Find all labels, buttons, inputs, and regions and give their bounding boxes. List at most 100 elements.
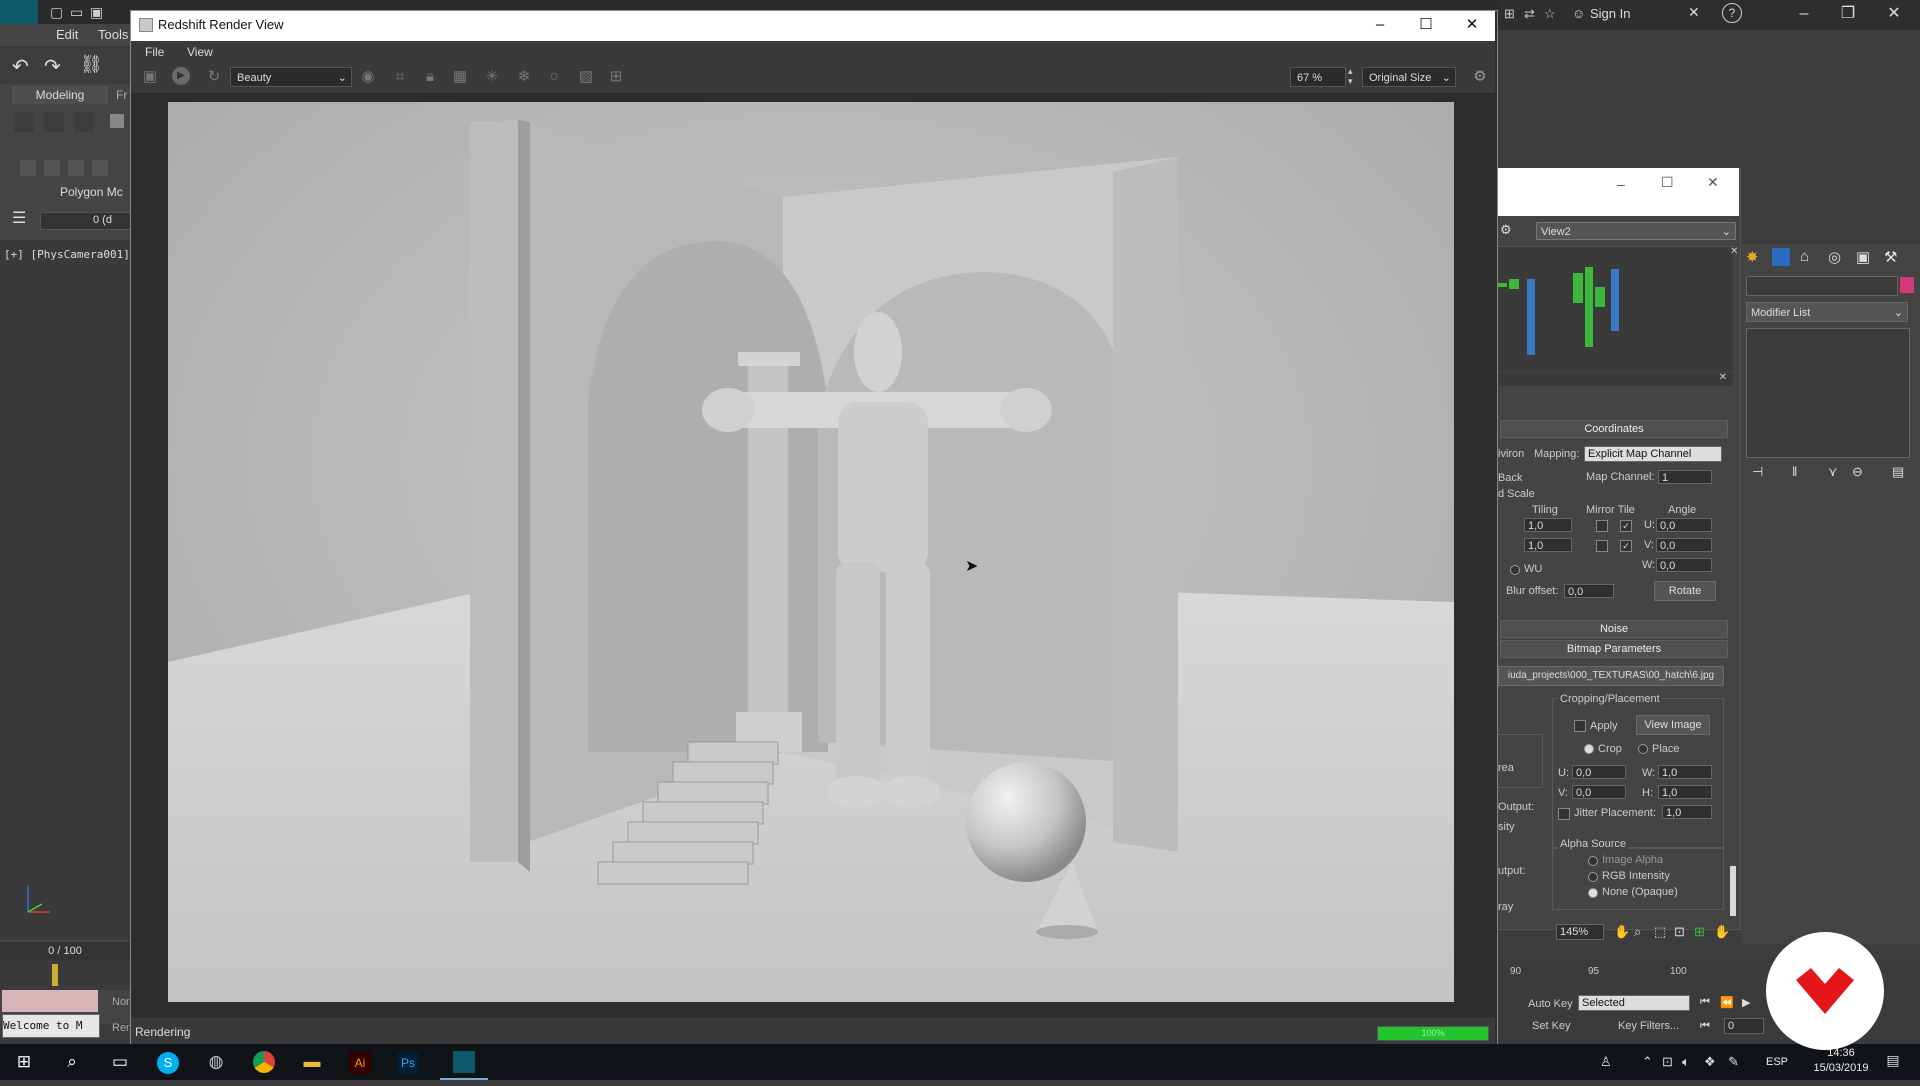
bitmap-path-button[interactable]: iuda_projects\000_TEXTURAS\00_hatch\6.jp… [1498,666,1724,686]
zoom-extents-icon[interactable]: ⊡ [1674,924,1685,940]
editor-zoom-field[interactable]: 145% [1556,924,1604,940]
zoom-field[interactable]: 67 % [1290,67,1346,87]
render-view-minimize-button[interactable]: – [1362,14,1398,36]
tool-icon-2[interactable] [44,160,60,176]
link-icon[interactable]: ⛓ [80,54,103,75]
hierarchy-tab-icon[interactable]: ⌂ [1800,248,1809,265]
none-opaque-radio[interactable] [1588,888,1598,898]
angle-v-spinner[interactable]: 0,0 [1656,538,1712,552]
motion-tab-icon[interactable]: ◎ [1828,248,1841,266]
polygon-icon[interactable] [110,114,124,128]
user-icon[interactable]: ☺ [1572,6,1585,21]
vertex-icon[interactable] [14,112,34,132]
refresh-icon[interactable]: ↻ [204,67,224,87]
wu-radio[interactable] [1510,565,1520,575]
rgb-intensity-radio[interactable] [1588,872,1598,882]
open-folder-icon[interactable]: ▭ [70,4,83,21]
close-icon[interactable]: ✕ [1707,174,1719,191]
ribbon-tab-freeform[interactable]: Fr [116,88,127,102]
sign-in-link[interactable]: Sign In [1590,6,1630,21]
hand-icon[interactable]: ✋ [1714,924,1730,940]
menu-edit[interactable]: Edit [56,27,78,42]
image-alpha-radio[interactable] [1588,856,1598,866]
redo-icon[interactable]: ↷ [44,54,61,79]
close-x-icon[interactable]: ✕ [1719,372,1727,383]
go-to-start-icon[interactable]: ⏮ [1700,996,1710,1009]
blur-offset-spinner[interactable]: 0,0 [1564,584,1614,598]
tool-icon-4[interactable] [92,160,108,176]
pen-icon[interactable]: ✎ [1728,1054,1739,1070]
star-icon[interactable]: ☆ [1544,6,1556,22]
mirror-u-checkbox[interactable] [1596,520,1608,532]
selected-dropdown[interactable]: Selected [1578,995,1690,1011]
start-render-icon[interactable]: ▶ [172,67,190,85]
tool-icon-3[interactable] [68,160,84,176]
max-close-button[interactable]: ✕ [1874,4,1914,26]
zoom-selected-icon[interactable]: ⊞ [1694,924,1705,940]
undo-icon[interactable]: ↶ [12,54,29,79]
pin-stack-icon[interactable]: ⊣ [1752,464,1763,480]
layer-explorer-icon[interactable]: ☰ [12,208,34,230]
circle-icon[interactable]: ○ [544,67,564,87]
crop-radio[interactable] [1584,744,1594,754]
tool-icon-1[interactable] [20,160,36,176]
key-filters-button[interactable]: Key Filters... [1618,1020,1679,1032]
grid-icon[interactable]: ▦ [450,67,470,87]
place-radio[interactable] [1638,744,1648,754]
angle-w-spinner[interactable]: 0,0 [1656,558,1712,572]
zoom-region-icon[interactable]: ⬚ [1654,924,1666,940]
display-tab-icon[interactable]: ▣ [1856,248,1870,266]
new-file-icon[interactable]: ▢ [50,4,63,21]
render-view-maximize-button[interactable]: ☐ [1408,14,1444,36]
snowflake-icon[interactable]: ✳ [482,67,502,87]
network-icon[interactable]: ⊡ [1662,1054,1673,1070]
exchange-icon[interactable]: ⇄ [1524,6,1535,22]
configure-sets-icon[interactable]: ▤ [1892,464,1904,480]
ribbon-tab-modeling[interactable]: Modeling [12,86,108,104]
settings-gear-icon[interactable]: ⚙ [1470,67,1490,87]
remove-modifier-icon[interactable]: ⊖ [1852,464,1863,480]
task-view-icon[interactable]: ▭ [96,1044,144,1080]
rotate-button[interactable]: Rotate [1654,581,1716,601]
menu-tools[interactable]: Tools [98,27,128,42]
lock-icon[interactable]: 🔒︎ [420,67,440,87]
make-unique-icon[interactable]: ⋎ [1828,464,1838,480]
modifier-list-dropdown[interactable]: Modifier List ⌄ [1746,302,1908,322]
size-mode-dropdown[interactable]: Original Size ⌄ [1362,67,1456,87]
jitter-spinner[interactable]: 1,0 [1662,805,1712,819]
notifications-icon[interactable]: ▤ [1878,1052,1908,1072]
noise-rollout[interactable]: Noise [1500,620,1728,638]
close-x-icon[interactable]: ✕ [1730,246,1738,257]
clock[interactable]: 14:36 15/03/2019 [1808,1046,1874,1076]
save-image-icon[interactable]: ▣ [140,67,160,87]
material-editor-tool-icon[interactable]: ⚙ [1500,222,1530,240]
show-end-result-icon[interactable]: ‖ [1792,464,1797,479]
add-snapshot-icon[interactable]: ⊞ [606,67,626,87]
zoom-spinner-icon[interactable]: ▴ ▾ [1348,66,1353,86]
crop-icon[interactable]: ⌗ [390,67,410,87]
pan-icon[interactable]: ✋ [1614,924,1630,940]
crop-h-spinner[interactable]: 1,0 [1658,785,1712,799]
chevron-up-icon[interactable]: ⌃ [1642,1054,1653,1070]
photoshop-icon[interactable]: Ps [384,1044,432,1080]
app-icon[interactable]: ◍ [192,1044,240,1080]
create-tab-icon[interactable]: ✸ [1746,248,1759,266]
view-image-button[interactable]: View Image [1636,715,1710,735]
object-color-swatch[interactable] [1900,277,1914,293]
crop-u-spinner[interactable]: 0,0 [1572,765,1626,779]
aov-dropdown[interactable]: Beauty ⌄ [230,67,352,87]
tile-u-checkbox[interactable]: ✓ [1620,520,1632,532]
play-icon[interactable]: ▶ [1742,996,1750,1009]
object-name-field[interactable] [1746,276,1898,296]
dropbox-icon[interactable]: ❖ [1704,1054,1716,1070]
max-restore-button[interactable]: ❐ [1828,4,1868,26]
menu-view[interactable]: View [187,45,213,59]
apply-checkbox[interactable] [1574,720,1586,732]
tiling-v-spinner[interactable]: 1,0 [1524,538,1572,552]
modifier-stack[interactable] [1746,328,1910,458]
freeze-icon[interactable]: ❄ [514,67,534,87]
mapping-dropdown[interactable]: Explicit Map Channel [1584,446,1722,462]
set-key-button[interactable]: Set Key [1532,1020,1571,1032]
menu-file[interactable]: File [145,45,164,59]
time-marker[interactable] [52,964,58,986]
